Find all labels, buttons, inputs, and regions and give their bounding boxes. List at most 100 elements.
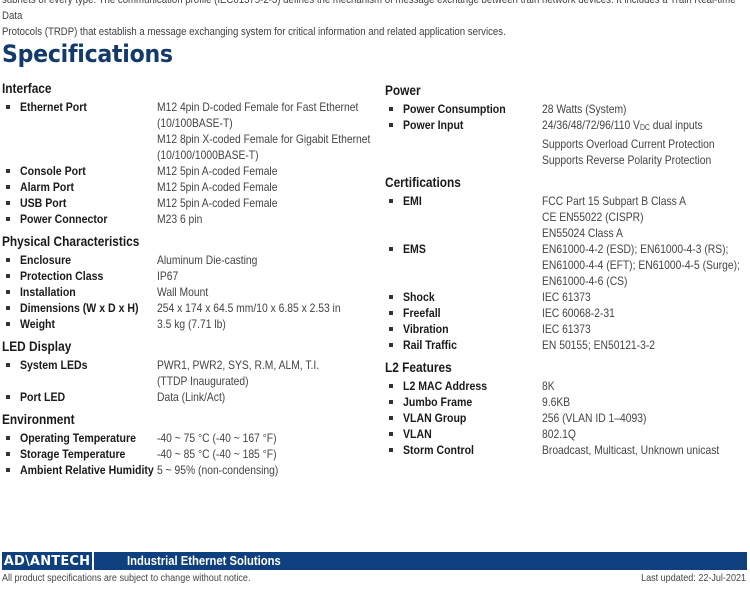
spec-label: VLAN Group [403,411,467,425]
spec-row-installation: Installation Wall Mount [2,284,372,300]
spec-label: EMS [403,242,426,256]
dc-subscript: DC [639,123,650,132]
spec-value-line: (10/100/1000BASE-T) [157,148,259,162]
spec-label: Rail Traffic [403,338,457,352]
spec-value: EN 50155; EN50121-3-2 [542,337,655,353]
bullet-icon [6,290,10,294]
spec-value-line: (10/100BASE-T) [157,116,233,130]
bullet-icon [389,327,393,331]
spec-value-line: M12 5pin A-coded Female [157,180,278,194]
spec-label: L2 MAC Address [403,379,488,393]
spec-value: IEC 61373 [542,289,591,305]
spec-value-line: 802.1Q [542,427,576,441]
advantech-logo: AD\ANTECH [2,552,94,570]
bullet-icon [389,416,393,420]
spec-value: 802.1Q [542,426,576,442]
spec-value: M12 4pin D-coded Female for Fast Etherne… [157,99,370,163]
spec-row-console-port: Console Port M12 5pin A-coded Female [2,163,372,179]
bullet-icon [6,436,10,440]
spec-label: Storm Control [403,443,474,457]
section-title: Interface [2,81,52,96]
spec-value: 9.6KB [542,394,570,410]
spec-value-line: 8K [542,379,555,393]
spec-value-line: M12 5pin A-coded Female [157,164,278,178]
spec-label: Protection Class [20,269,104,283]
spec-row-storage-temperature: Storage Temperature -40 ~ 85 °C (-40 ~ 18… [2,446,372,462]
spec-value: IEC 60068-2-31 [542,305,615,321]
bullet-icon [6,363,10,367]
section-power: Power Power Consumption 28 Watts (System) P… [385,82,750,168]
bullet-icon [6,274,10,278]
spec-label: VLAN [403,427,432,441]
spec-value-line: 9.6KB [542,395,571,409]
bullet-icon [6,322,10,326]
spec-value-line: Broadcast, Multicast, Unknown unicast [542,443,720,457]
spec-row-vlan: VLAN 802.1Q [385,426,750,442]
spec-row-l2-mac-address: L2 MAC Address 8K [385,378,750,394]
spec-value-line: 3.5 kg (7.71 lb) [157,317,226,331]
spec-value: -40 ~ 85 °C (-40 ~ 185 °F) [157,446,277,462]
section-title: L2 Features [385,360,452,375]
bullet-icon [6,217,10,221]
spec-value: 254 x 174 x 64.5 mm/10 x 6.85 x 2.53 in [157,300,341,316]
spec-value-line: (TTDP Inaugurated) [157,374,249,388]
spec-label: Port LED [20,390,66,404]
spec-label: Vibration [403,322,449,336]
spec-value: PWR1, PWR2, SYS, R.M, ALM, T.I. (TTDP Ina… [157,357,319,389]
spec-value: EN61000-4-2 (ESD); EN61000-4-3 (RS); EN61… [542,241,740,289]
spec-row-dimensions-w-x-d-x-h: Dimensions (W x D x H) 254 x 174 x 64.5 m… [2,300,372,316]
spec-row-vibration: Vibration IEC 61373 [385,321,750,337]
spec-value-line: IEC 61373 [542,322,591,336]
spec-value-line: Aluminum Die-casting [157,253,258,267]
bullet-icon [389,199,393,203]
spec-row-power-connector: Power Connector M23 6 pin [2,211,372,227]
disclaimer-note: All product specifications are subject t… [2,572,251,584]
spec-value-line: EN 50155; EN50121-3-2 [542,338,656,352]
spec-label: Freefall [403,306,441,320]
spec-row-vlan-group: VLAN Group 256 (VLAN ID 1–4093) [385,410,750,426]
section-title: LED Display [2,339,72,354]
spec-label: Jumbo Frame [403,395,473,409]
spec-label: Enclosure [20,253,72,267]
bullet-icon [389,343,393,347]
spec-value: 24/36/48/72/96/110 VDC dual inputs Suppor… [542,117,715,168]
spec-value: Aluminum Die-casting [157,252,257,268]
spec-row-enclosure: Enclosure Aluminum Die-casting [2,252,372,268]
section-title: Environment [2,412,75,427]
spec-value: Wall Mount [157,284,208,300]
spec-value-line: 5 ~ 95% (non-condensing) [157,463,279,477]
section-physical-characteristics: Physical Characteristics Enclosure Aluminu… [2,233,372,332]
spec-value: M12 5pin A-coded Female [157,195,277,211]
spec-label: System LEDs [20,358,88,372]
section-led-display: LED Display System LEDs PWR1, PWR2, SYS, R… [2,338,372,405]
spec-row-weight: Weight 3.5 kg (7.71 lb) [2,316,372,332]
spec-row-power-consumption: Power Consumption 28 Watts (System) [385,101,750,117]
spec-label: Operating Temperature [20,431,136,445]
spec-value: IEC 61373 [542,321,591,337]
bullet-icon [389,432,393,436]
spec-value: 8K [542,378,555,394]
spec-value-line: EN61000-4-2 (ESD); EN61000-4-3 (RS); [542,242,729,256]
bullet-icon [389,311,393,315]
spec-row-ambient-relative-humidity: Ambient Relative Humidity 5 ~ 95% (non-co… [2,462,372,478]
bullet-icon [6,185,10,189]
spec-value-line: -40 ~ 85 °C (-40 ~ 185 °F) [157,447,277,461]
spec-row-system-leds: System LEDs PWR1, PWR2, SYS, R.M, ALM, T.… [2,357,372,389]
spec-row-rail-traffic: Rail Traffic EN 50155; EN50121-3-2 [385,337,750,353]
spec-row-power-input: Power Input 24/36/48/72/96/110 VDC dual i… [385,117,750,168]
footer-title: Industrial Ethernet Solutions [127,554,281,568]
spec-value-line: PWR1, PWR2, SYS, R.M, ALM, T.I. [157,358,320,372]
spec-value: Data (Link/Act) [157,389,225,405]
spec-value-line: M12 5pin A-coded Female [157,196,278,210]
spec-value-line: IEC 60068-2-31 [542,306,615,320]
spec-label: Installation [20,285,76,299]
spec-label: Console Port [20,164,86,178]
spec-label: EMI [403,194,422,208]
spec-row-storm-control: Storm Control Broadcast, Multicast, Unkno… [385,442,750,458]
spec-value: FCC Part 15 Subpart B Class A CE EN55022 … [542,193,686,241]
spec-value: 3.5 kg (7.71 lb) [157,316,226,332]
left-column: Interface Ethernet Port M12 4pin D-coded F… [2,80,372,484]
section-title: Physical Characteristics [2,234,140,249]
spec-value-line: Wall Mount [157,285,209,299]
spec-value-line: 28 Watts (System) [542,102,627,116]
